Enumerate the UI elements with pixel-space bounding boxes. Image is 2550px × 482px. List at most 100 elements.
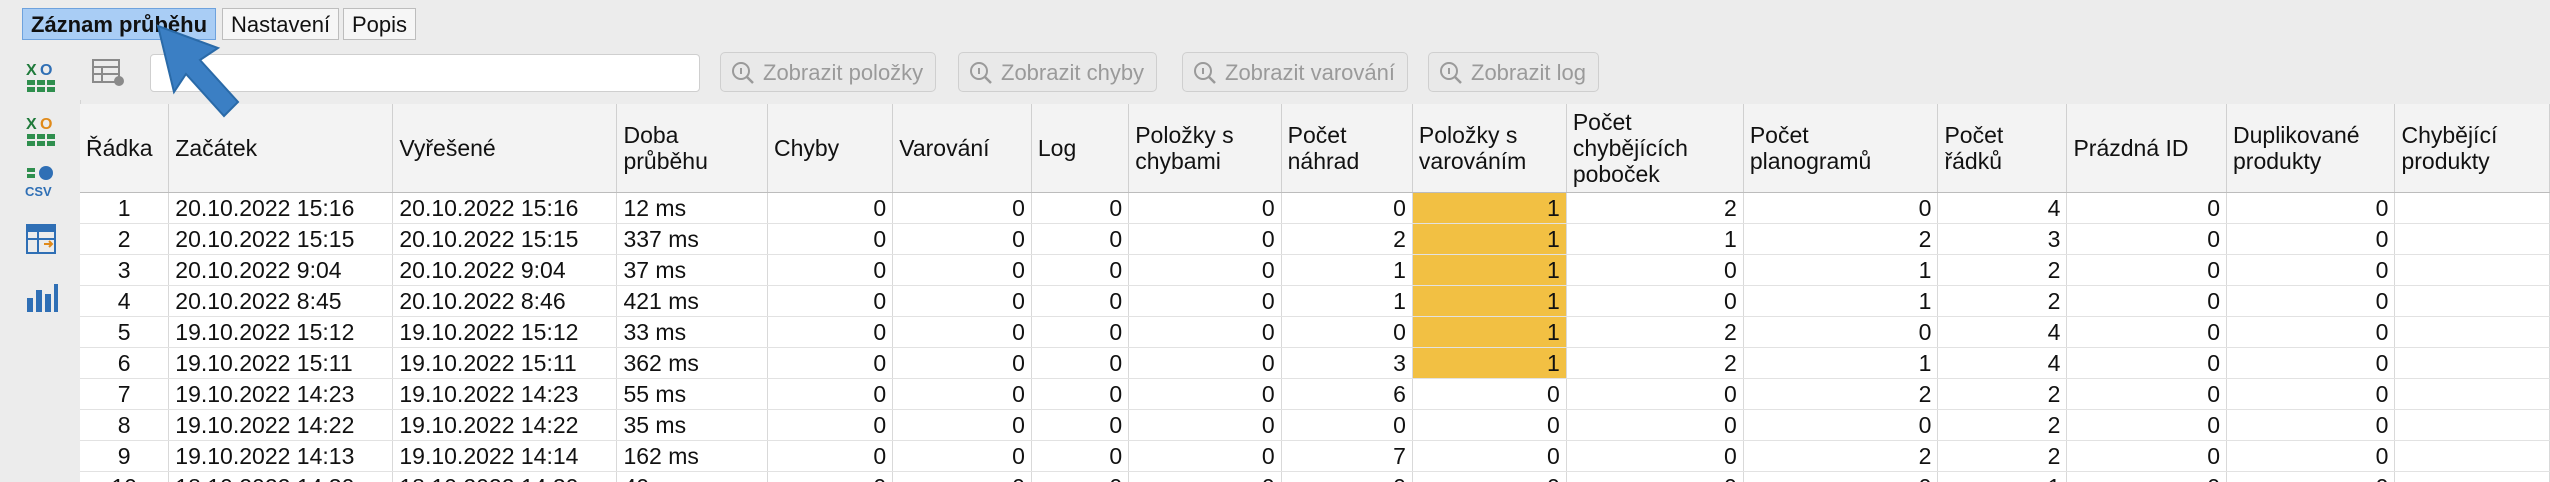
table-cell: 1 xyxy=(1412,254,1567,286)
table-cell xyxy=(2394,347,2550,379)
table-cell: 0 xyxy=(1566,409,1744,441)
table-cell: 19.10.2022 14:22 xyxy=(392,409,618,441)
table-row[interactable]: 7 19.10.2022 14:23 19.10.2022 14:23 55 ms 0 0… xyxy=(80,378,2550,410)
table-cell: 0 xyxy=(1128,192,1282,224)
table-cell: 1 xyxy=(80,192,170,224)
tab-zaznam-prubehu[interactable]: Záznam průběhu xyxy=(22,8,217,40)
table-cell xyxy=(2394,223,2550,255)
column-header[interactable]: Chyby xyxy=(767,104,894,193)
column-header[interactable]: Doba průběhu xyxy=(616,104,768,193)
table-cell: 337 ms xyxy=(616,223,768,255)
show-items-button[interactable]: Zobrazit položky xyxy=(720,52,937,92)
table-cell: 0 xyxy=(1031,192,1130,224)
table-cell: 0 xyxy=(2226,192,2396,224)
table-cell: 2 xyxy=(1566,347,1744,379)
table-cell: 0 xyxy=(1128,440,1282,472)
table-cell: 162 ms xyxy=(616,440,768,472)
column-header[interactable]: Řádka xyxy=(80,104,170,193)
table-cell: 7 xyxy=(1281,440,1413,472)
table-compare-icon[interactable] xyxy=(24,222,60,258)
table-row[interactable]: 8 19.10.2022 14:22 19.10.2022 14:22 35 ms 0 0… xyxy=(80,409,2550,441)
column-header[interactable]: Položky s chybami xyxy=(1128,104,1282,193)
table-cell: 0 xyxy=(2226,223,2396,255)
info-search-icon xyxy=(1194,62,1216,84)
table-row[interactable]: 6 19.10.2022 15:11 19.10.2022 15:11 362 ms 0… xyxy=(80,347,2550,379)
show-warnings-button[interactable]: Zobrazit varování xyxy=(1182,52,1408,92)
table-cell: 0 xyxy=(1031,254,1130,286)
table-settings-icon[interactable] xyxy=(92,58,126,88)
table-cell: 3 xyxy=(1937,223,2068,255)
table-cell: 33 ms xyxy=(616,316,768,348)
table-cell: 0 xyxy=(1566,254,1744,286)
tab-nastaveni[interactable]: Nastavení xyxy=(222,8,340,40)
table-cell: 4 xyxy=(1937,316,2068,348)
column-header[interactable]: Duplikované produkty xyxy=(2226,104,2396,193)
table-cell: 0 xyxy=(1128,316,1282,348)
left-toolbar: X O X O CSV xyxy=(0,46,81,482)
table-cell: 3 xyxy=(80,254,170,286)
table-cell: 0 xyxy=(2226,347,2396,379)
column-header[interactable]: Počet planogramů xyxy=(1743,104,1939,193)
table-cell: 0 xyxy=(2066,471,2227,482)
table-cell: 1 xyxy=(1743,347,1939,379)
table-row[interactable]: 5 19.10.2022 15:12 19.10.2022 15:12 33 ms 0 0… xyxy=(80,316,2550,348)
table-cell: 19.10.2022 15:11 xyxy=(168,347,394,379)
table-cell: 6 xyxy=(1281,378,1413,410)
table-row[interactable]: 4 20.10.2022 8:45 20.10.2022 8:46 421 ms 0 0 0… xyxy=(80,285,2550,317)
table-cell: 0 xyxy=(892,192,1032,224)
table-row[interactable]: 3 20.10.2022 9:04 20.10.2022 9:04 37 ms 0 0 0 0… xyxy=(80,254,2550,286)
table-cell: 18.10.2022 14:30 xyxy=(168,471,394,482)
table-cell: 6 xyxy=(80,347,170,379)
csv-export-icon[interactable]: CSV xyxy=(24,164,60,200)
column-header[interactable]: Položky s varováním xyxy=(1412,104,1567,193)
table-cell: 1 xyxy=(1743,285,1939,317)
table-row[interactable]: 9 19.10.2022 14:13 19.10.2022 14:14 162 ms 0… xyxy=(80,440,2550,472)
table-cell: 1 xyxy=(1566,223,1744,255)
column-header[interactable]: Začátek xyxy=(168,104,394,193)
table-cell: 0 xyxy=(2066,409,2227,441)
table-cell: 2 xyxy=(1566,192,1744,224)
bar-chart-icon[interactable] xyxy=(24,280,60,316)
table-cell: 19.10.2022 14:22 xyxy=(168,409,394,441)
table-cell xyxy=(2394,316,2550,348)
table-cell: 19.10.2022 15:12 xyxy=(392,316,618,348)
column-header[interactable]: Varování xyxy=(892,104,1032,193)
table-cell: 18.10.2022 14:30 xyxy=(392,471,618,482)
table-cell: 2 xyxy=(1937,409,2068,441)
column-header[interactable]: Log xyxy=(1031,104,1130,193)
table-cell: 2 xyxy=(80,223,170,255)
table-cell: 1 xyxy=(1937,471,2068,482)
table-cell: 19.10.2022 14:14 xyxy=(392,440,618,472)
column-header[interactable]: Počet chybějících poboček xyxy=(1566,104,1744,193)
table-cell: 19.10.2022 14:23 xyxy=(392,378,618,410)
column-header[interactable]: Prázdná ID xyxy=(2066,104,2227,193)
table-cell: 1 xyxy=(1412,347,1567,379)
excel-export-alt-icon[interactable]: X O xyxy=(24,112,60,148)
column-header[interactable]: Chybějící produkty xyxy=(2394,104,2550,193)
table-cell: 0 xyxy=(892,254,1032,286)
column-header[interactable]: Vyřešené xyxy=(392,104,618,193)
search-input[interactable] xyxy=(150,54,700,92)
excel-export-icon[interactable]: X O xyxy=(24,58,60,94)
table-row[interactable]: 2 20.10.2022 15:15 20.10.2022 15:15 337 ms 0… xyxy=(80,223,2550,255)
table-cell: 0 xyxy=(2066,378,2227,410)
table-cell: 0 xyxy=(2066,285,2227,317)
tab-popis[interactable]: Popis xyxy=(343,8,417,40)
table-row[interactable]: 1 20.10.2022 15:16 20.10.2022 15:16 12 ms 0 0… xyxy=(80,192,2550,224)
table-cell: 0 xyxy=(1031,285,1130,317)
table-cell: 0 xyxy=(1566,378,1744,410)
table-cell: 40 ms xyxy=(616,471,768,482)
table-cell: 0 xyxy=(2066,254,2227,286)
table-cell: 0 xyxy=(1412,440,1567,472)
table-row[interactable]: 1018.10.2022 14:3018.10.2022 14:3040 ms0… xyxy=(80,471,2550,482)
table-cell: 0 xyxy=(2226,409,2396,441)
table-cell: 10 xyxy=(80,471,170,482)
table-cell: 8 xyxy=(80,409,170,441)
table-cell: 421 ms xyxy=(616,285,768,317)
column-header[interactable]: Počet náhrad xyxy=(1281,104,1413,193)
column-header[interactable]: Počet řádků xyxy=(1937,104,2068,193)
show-log-button[interactable]: Zobrazit log xyxy=(1428,52,1599,92)
table-cell: 0 xyxy=(1412,409,1567,441)
table-cell: 0 xyxy=(767,192,894,224)
show-errors-button[interactable]: Zobrazit chyby xyxy=(958,52,1158,92)
